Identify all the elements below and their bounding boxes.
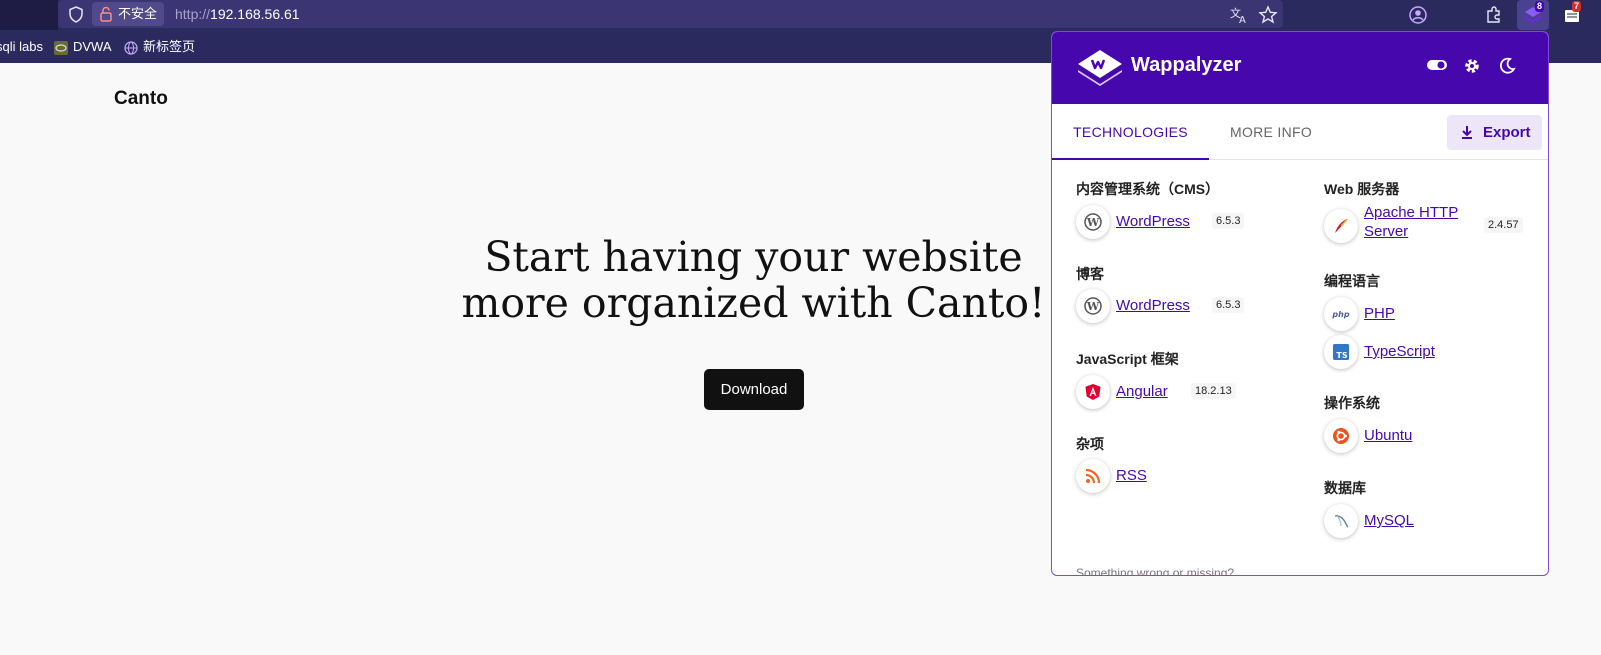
insecure-indicator[interactable]: 不安全 (92, 2, 164, 26)
bookmark-label: DVWA (73, 39, 112, 54)
profile-icon[interactable] (1408, 5, 1428, 25)
download-icon (1462, 126, 1472, 139)
download-button[interactable]: Download (704, 369, 804, 410)
bookmark-label: 新标签页 (143, 39, 196, 54)
toggle-icon[interactable] (1426, 58, 1448, 72)
tech-name[interactable]: PHP (1364, 305, 1395, 322)
tab-more-info[interactable]: MORE INFO (1209, 104, 1333, 160)
tech-name[interactable]: WordPress (1116, 213, 1190, 230)
tech-name[interactable]: TypeScript (1364, 343, 1435, 360)
bookmark-dvwa[interactable]: DVWA (54, 39, 112, 55)
bookmark-new-tab[interactable]: 新标签页 (124, 39, 195, 55)
footer-partial-text[interactable]: Something wrong or missing? (1076, 566, 1234, 575)
wappalyzer-extension-button[interactable]: 8 (1517, 0, 1549, 30)
tech-name[interactable]: WordPress (1116, 297, 1190, 314)
toolbar-left-area (0, 0, 58, 30)
shield-icon[interactable] (68, 6, 84, 23)
tech-item-typescript[interactable]: TS TypeScript (1324, 335, 1524, 369)
tech-item-wordpress-blog[interactable]: W WordPress 6.5.3 (1076, 289, 1296, 323)
apache-icon (1324, 209, 1358, 243)
php-icon: php (1324, 297, 1358, 331)
hero-line-2: more organized with Canto! (461, 279, 1046, 327)
globe-icon (124, 40, 138, 55)
ubuntu-icon (1324, 419, 1358, 453)
tech-item-wordpress-cms[interactable]: W WordPress 6.5.3 (1076, 205, 1296, 239)
tech-item-angular[interactable]: Angular 18.2.13 (1076, 375, 1296, 409)
wappalyzer-logo-icon (1078, 50, 1122, 86)
category-database: 数据库 (1324, 480, 1366, 496)
site-brand[interactable]: Canto (114, 88, 168, 110)
wordpress-icon: W (1076, 289, 1110, 323)
wappalyzer-title: Wappalyzer (1131, 54, 1242, 76)
tech-item-ubuntu[interactable]: Ubuntu (1324, 419, 1524, 453)
category-cms: 内容管理系统（CMS） (1076, 181, 1220, 197)
svg-text:W: W (1086, 300, 1100, 313)
tech-name[interactable]: MySQL (1364, 512, 1414, 529)
export-label: Export (1483, 124, 1531, 141)
svg-text:php: php (1332, 310, 1350, 319)
category-misc: 杂项 (1076, 436, 1104, 452)
extension-badge: 8 (1535, 1, 1545, 12)
tech-name-line1: Apache HTTP (1364, 204, 1459, 221)
tech-version: 6.5.3 (1212, 213, 1245, 229)
category-js-framework: JavaScript 框架 (1076, 351, 1179, 367)
wordpress-icon: W (1076, 205, 1110, 239)
extensions-puzzle-icon[interactable] (1484, 5, 1504, 25)
svg-text:A: A (1239, 15, 1246, 25)
tech-item-mysql[interactable]: MySQL (1324, 504, 1524, 538)
category-programming-language: 编程语言 (1324, 273, 1380, 289)
wappalyzer-header: Wappalyzer (1052, 32, 1548, 104)
settings-gear-icon[interactable] (1463, 57, 1481, 75)
mail-badge: 7 (1572, 1, 1582, 12)
typescript-icon: TS (1324, 335, 1358, 369)
browser-toolbar: 不安全 http://192.168.56.61 文A 8 7 (0, 0, 1601, 30)
svg-text:TS: TS (1336, 351, 1347, 360)
tab-technologies[interactable]: TECHNOLOGIES (1052, 104, 1209, 160)
insecure-label: 不安全 (118, 6, 158, 21)
export-button[interactable]: Export (1447, 115, 1542, 150)
translate-icon[interactable]: 文A (1229, 5, 1249, 25)
wappalyzer-tabs: TECHNOLOGIES MORE INFO Export (1052, 104, 1548, 160)
tech-item-php[interactable]: php PHP (1324, 297, 1524, 331)
url-host: 192.168.56.61 (210, 6, 300, 22)
bookmark-star-icon[interactable] (1258, 5, 1278, 25)
tech-name-line2: Server (1364, 223, 1409, 240)
tech-item-rss[interactable]: RSS (1076, 459, 1296, 493)
bookmark-sqli-labs[interactable]: sqli labs (0, 39, 43, 55)
angular-icon (1076, 375, 1110, 409)
hero-heading: Start having your website more organized… (440, 234, 1067, 326)
category-web-server: Web 服务器 (1324, 181, 1400, 197)
category-blog: 博客 (1076, 266, 1104, 282)
tech-version: 6.5.3 (1212, 297, 1245, 313)
tech-version: 18.2.13 (1191, 383, 1236, 399)
mysql-icon (1324, 504, 1358, 538)
url-text[interactable]: http://192.168.56.61 (175, 0, 300, 28)
dvwa-icon (54, 40, 68, 55)
tech-name[interactable]: Apache HTTP Server (1364, 203, 1458, 241)
hero-line-1: Start having your website (484, 233, 1023, 281)
dark-mode-moon-icon[interactable] (1498, 57, 1516, 75)
tech-version: 2.4.57 (1484, 217, 1523, 233)
rss-icon (1076, 459, 1110, 493)
svg-text:W: W (1086, 216, 1100, 229)
url-protocol: http:// (175, 6, 211, 22)
category-operating-system: 操作系统 (1324, 395, 1380, 411)
tech-item-apache[interactable]: Apache HTTP Server 2.4.57 (1324, 204, 1524, 243)
bookmark-label: sqli labs (0, 39, 43, 54)
tech-name[interactable]: Ubuntu (1364, 427, 1412, 444)
wappalyzer-popup: Wappalyzer TECHNOLOGIES MORE INFO Export… (1051, 31, 1549, 576)
unlocked-icon (100, 6, 112, 22)
tech-name[interactable]: RSS (1116, 467, 1147, 484)
tech-name[interactable]: Angular (1116, 383, 1168, 400)
